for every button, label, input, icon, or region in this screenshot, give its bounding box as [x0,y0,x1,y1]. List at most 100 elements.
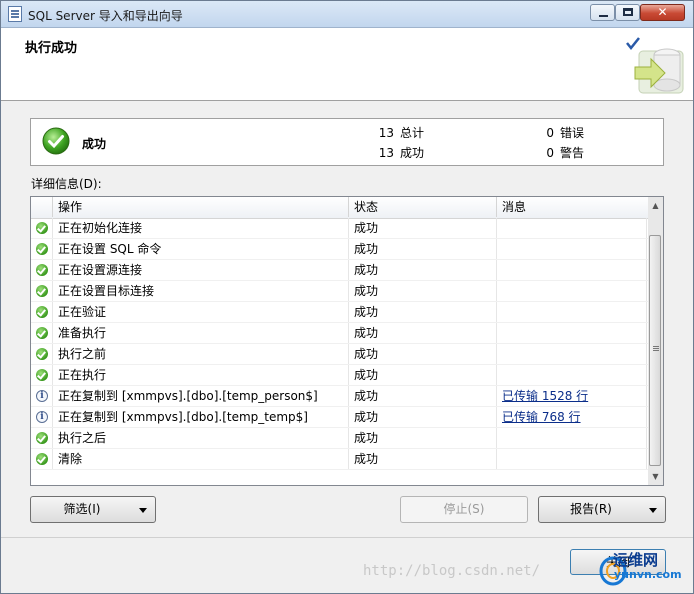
close-icon: ✕ [657,5,668,19]
success-icon [36,285,48,297]
table-row[interactable]: i 正在复制到 [xmmpvs].[dbo].[temp_person$] 成功 已传… [31,386,649,407]
row-action: 正在初始化连接 [53,218,349,238]
stop-button[interactable]: 停止(S) [400,496,528,523]
info-icon: i [36,411,48,423]
row-message: 已传输 1528 行 [497,386,647,406]
warning-label: 警告 [560,146,585,160]
wizard-window: SQL Server 导入和导出向导 ✕ 执行成功 成功 13 总计 13 成功… [0,0,694,594]
row-message: 已传输 768 行 [497,407,647,427]
close-window-button[interactable]: ✕ [640,4,685,21]
row-icon-cell [31,365,53,385]
row-icon-cell [31,239,53,259]
vertical-scrollbar[interactable]: ▲ ▼ [648,197,663,485]
report-button[interactable]: 报告(R) [538,496,666,523]
scroll-thumb[interactable] [649,235,661,466]
maximize-button[interactable] [615,4,640,21]
header-icon-column[interactable] [31,197,53,217]
row-action: 正在执行 [53,365,349,385]
column-header-action[interactable]: 操作 [53,197,349,217]
row-message [497,344,647,364]
scroll-down-icon[interactable]: ▼ [648,468,663,485]
table-row[interactable]: 执行之后 成功 [31,428,649,449]
row-message [497,302,647,322]
row-status: 成功 [349,218,497,238]
chevron-down-icon [139,508,147,513]
table-row[interactable]: 正在设置目标连接 成功 [31,281,649,302]
row-action: 正在设置 SQL 命令 [53,239,349,259]
row-action: 正在验证 [53,302,349,322]
row-icon-cell [31,449,53,469]
row-action: 清除 [53,449,349,469]
table-row[interactable]: 正在验证 成功 [31,302,649,323]
row-status: 成功 [349,407,497,427]
row-action: 准备执行 [53,323,349,343]
title-bar[interactable]: SQL Server 导入和导出向导 ✕ [1,1,693,28]
warning-count: 0 [546,146,554,160]
success-icon [36,369,48,381]
scroll-up-icon[interactable]: ▲ [648,197,663,214]
row-action: 正在设置目标连接 [53,281,349,301]
row-status: 成功 [349,344,497,364]
row-status: 成功 [349,323,497,343]
total-label: 总计 [400,126,425,140]
success-icon [36,264,48,276]
error-stat: 0 错误 [538,124,584,141]
row-message [497,260,647,280]
row-status: 成功 [349,449,497,469]
row-action: 正在设置源连接 [53,260,349,280]
info-icon: i [36,390,48,402]
success-icon [36,327,48,339]
table-row[interactable]: 正在初始化连接 成功 [31,218,649,239]
table-row[interactable]: i 正在复制到 [xmmpvs].[dbo].[temp_temp$] 成功 已传输 … [31,407,649,428]
minimize-button[interactable] [590,4,615,21]
table-row[interactable]: 清除 成功 [31,449,649,470]
success-label: 成功 [400,146,425,160]
table-row[interactable]: 准备执行 成功 [31,323,649,344]
wizard-header: 执行成功 [1,28,693,101]
row-message [497,239,647,259]
row-status: 成功 [349,302,497,322]
row-action: 正在复制到 [xmmpvs].[dbo].[temp_temp$] [53,407,349,427]
watermark-brand-sub: yunvn.com [614,568,682,581]
row-icon-cell [31,428,53,448]
filter-button[interactable]: 筛选(I) [30,496,156,523]
row-message [497,281,647,301]
row-status: 成功 [349,386,497,406]
maximize-icon [623,8,633,16]
warning-stat: 0 警告 [538,144,584,161]
filter-button-label: 筛选(I) [63,502,101,516]
table-row[interactable]: 正在执行 成功 [31,365,649,386]
success-icon [36,243,48,255]
row-action: 执行之前 [53,344,349,364]
total-stat: 13 总计 [378,124,424,141]
details-list[interactable]: 操作 状态 消息 正在初始化连接 成功 正在设置 SQL 命令 成功 正在设置源连接 成功… [30,196,664,486]
row-message-link[interactable]: 已传输 768 行 [502,410,581,424]
row-icon-cell [31,281,53,301]
row-message [497,323,647,343]
row-status: 成功 [349,365,497,385]
row-message [497,449,647,469]
row-icon-cell [31,218,53,238]
table-row[interactable]: 执行之前 成功 [31,344,649,365]
wizard-graphic-icon [626,37,684,94]
column-header-status[interactable]: 状态 [349,197,497,217]
success-icon [36,453,48,465]
success-check-icon [42,127,70,155]
column-header-message[interactable]: 消息 [497,197,649,217]
report-button-label: 报告(R) [570,502,612,516]
row-icon-cell [31,302,53,322]
summary-status: 成功 [82,137,107,151]
row-message [497,365,647,385]
table-row[interactable]: 正在设置 SQL 命令 成功 [31,239,649,260]
row-message [497,428,647,448]
total-count: 13 [378,126,394,140]
watermark-brand: 运维网 [613,551,659,569]
list-header: 操作 状态 消息 [31,197,649,219]
list-rows: 正在初始化连接 成功 正在设置 SQL 命令 成功 正在设置源连接 成功 正在设置目标连接成… [31,218,649,470]
row-status: 成功 [349,428,497,448]
row-action: 执行之后 [53,428,349,448]
table-row[interactable]: 正在设置源连接 成功 [31,260,649,281]
error-count: 0 [546,126,554,140]
row-message-link[interactable]: 已传输 1528 行 [502,389,588,403]
success-stat: 13 成功 [378,144,424,161]
